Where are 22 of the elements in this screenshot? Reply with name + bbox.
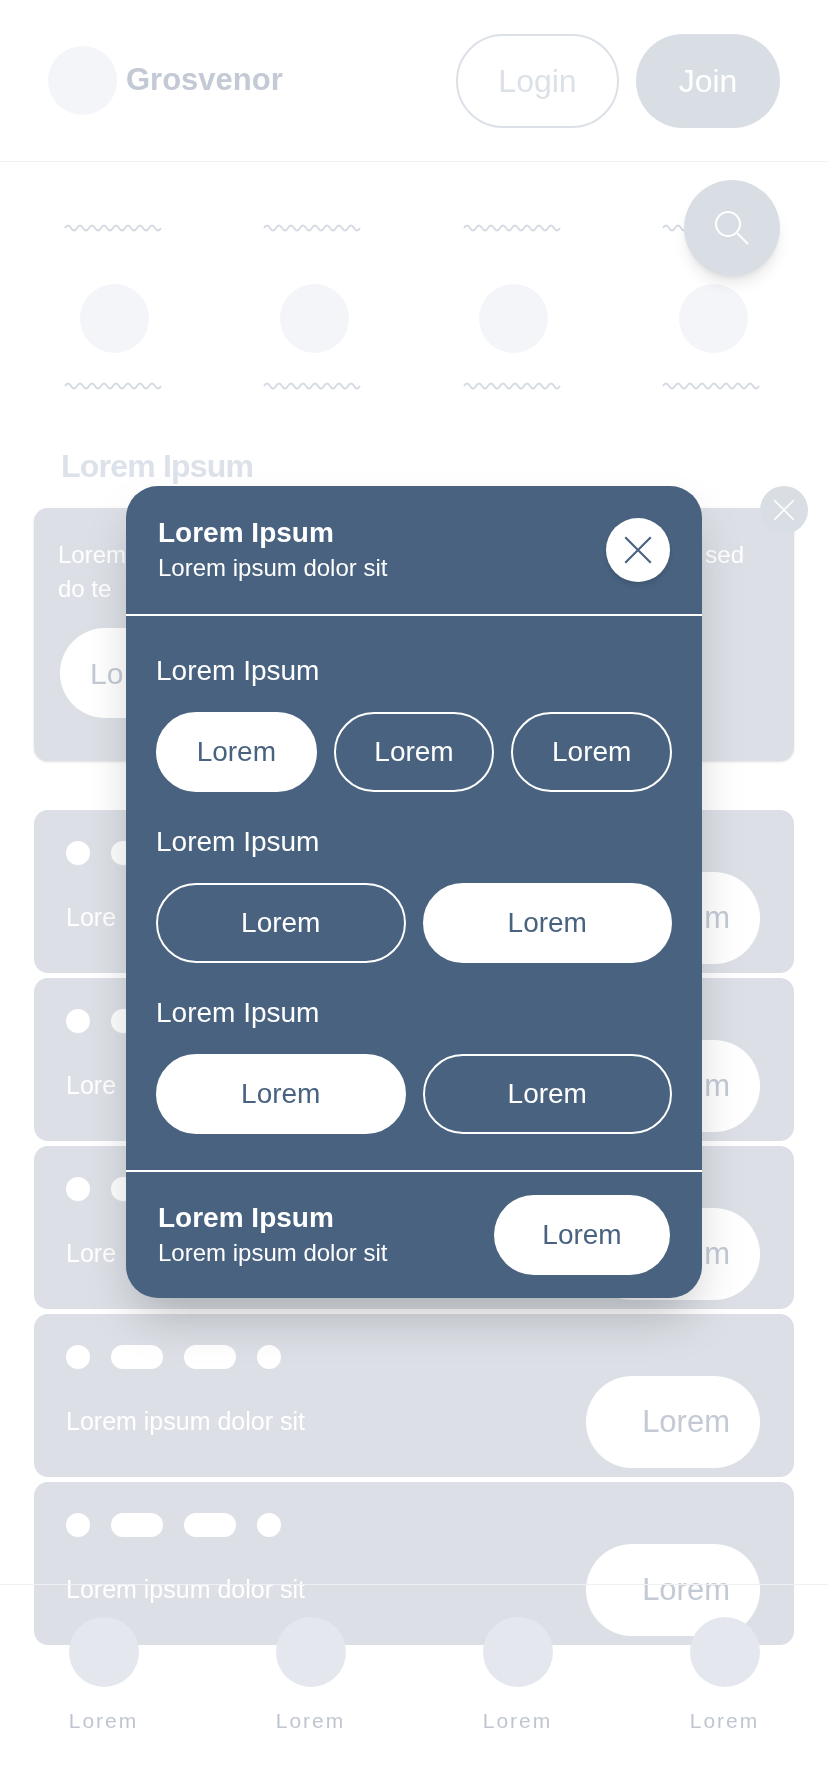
group-label: Lorem Ipsum	[156, 825, 321, 859]
status-pill	[184, 1513, 236, 1537]
option-pill[interactable]: Lorem	[422, 883, 672, 963]
close-button[interactable]	[606, 518, 670, 582]
brand-name: Grosvenor	[126, 61, 283, 100]
option-pill[interactable]: Lorem	[333, 712, 495, 792]
option-pill[interactable]: Lorem	[156, 712, 317, 792]
status-pill	[111, 1345, 163, 1369]
status-pill	[184, 1345, 236, 1369]
option-pill[interactable]: Lorem	[156, 883, 406, 963]
option-pill[interactable]: Lorem	[511, 712, 672, 792]
dialog-subtitle: Lorem ipsum dolor sit	[158, 553, 388, 583]
option-pill[interactable]: Lorem	[422, 1054, 672, 1134]
group-label: Lorem Ipsum	[156, 654, 321, 688]
apply-button[interactable]: Lorem	[494, 1195, 670, 1275]
group-label: Lorem Ipsum	[156, 996, 321, 1030]
close-icon	[771, 497, 797, 523]
option-pill[interactable]: Lorem	[156, 1054, 406, 1134]
dialog-title: Lorem Ipsum	[158, 516, 335, 550]
footer-subtitle: Lorem ipsum dolor sit	[158, 1238, 388, 1268]
status-pill	[111, 1513, 163, 1537]
footer-title: Lorem Ipsum	[158, 1201, 335, 1235]
